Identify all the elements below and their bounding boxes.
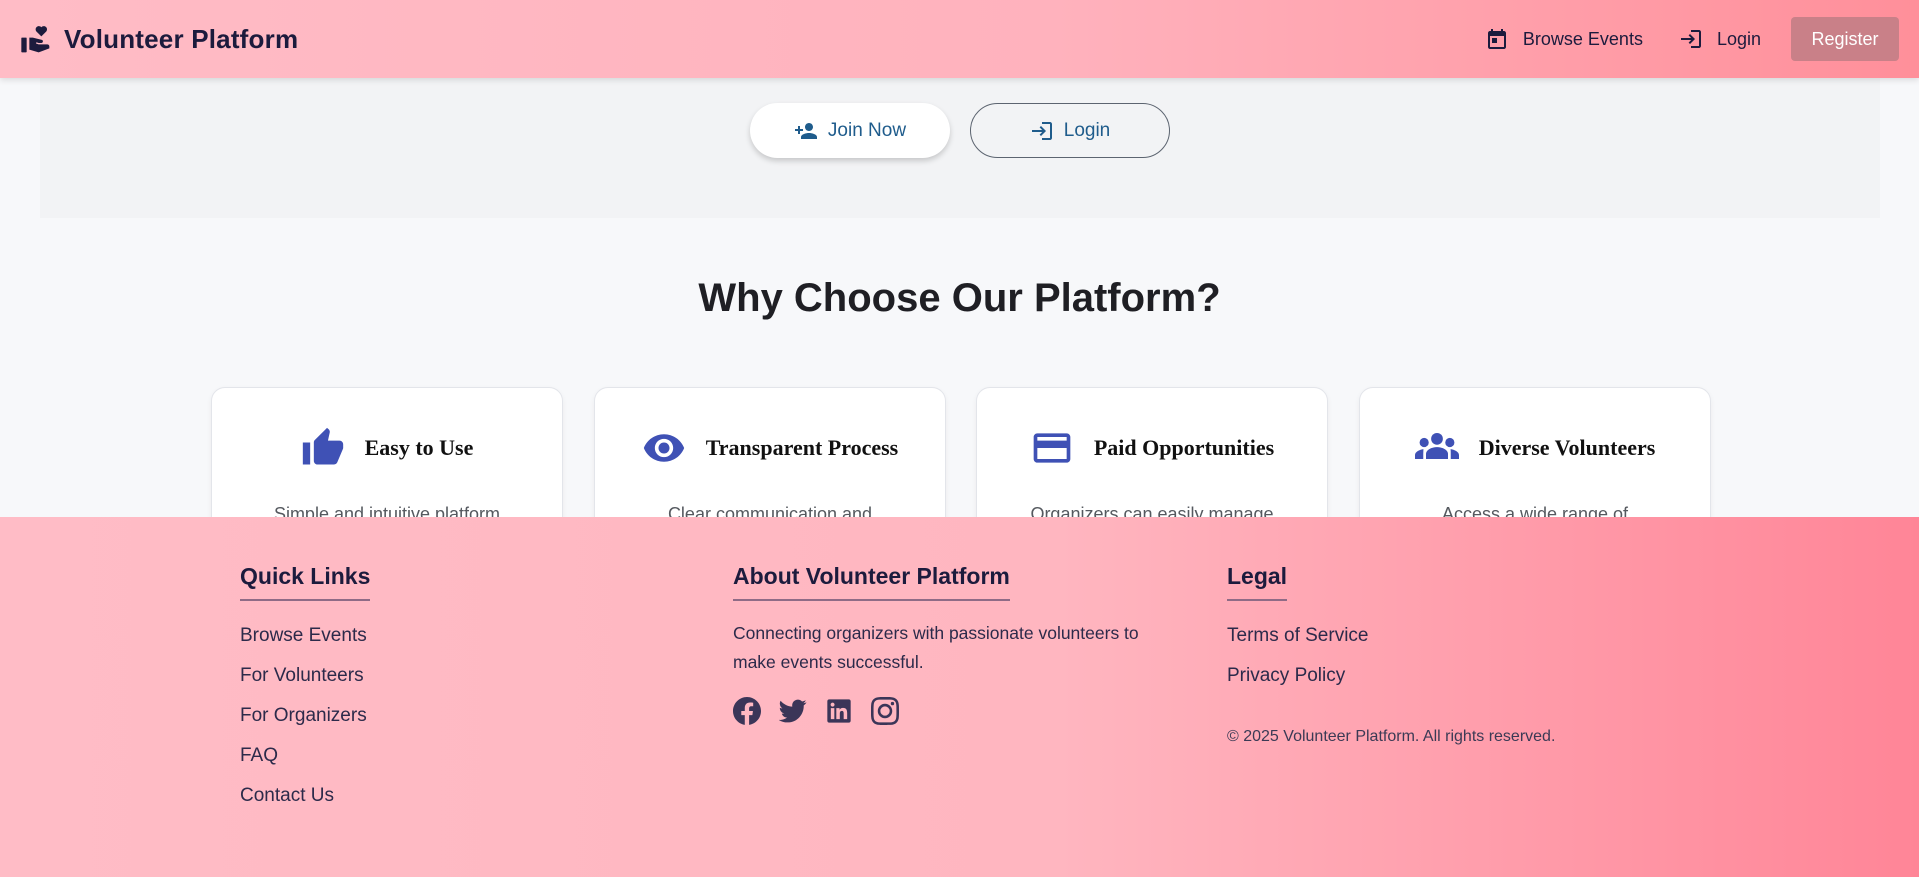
feature-card-title: Paid Opportunities bbox=[1093, 435, 1275, 460]
person-add-icon bbox=[794, 119, 818, 143]
footer-link-browse-events[interactable]: Browse Events bbox=[240, 616, 370, 656]
footer-link-for-organizers[interactable]: For Organizers bbox=[240, 696, 370, 736]
footer-quick-links: Quick Links Browse Events For Volunteers… bbox=[240, 563, 371, 816]
hero-section bbox=[40, 78, 1880, 218]
twitter-icon[interactable] bbox=[779, 697, 807, 725]
footer-heading: Quick Links bbox=[240, 563, 371, 601]
about-text: Connecting organizers with passionate vo… bbox=[733, 623, 1139, 672]
site-footer: Quick Links Browse Events For Volunteers… bbox=[0, 517, 1919, 877]
calendar-icon bbox=[1485, 27, 1509, 51]
join-now-label: Join Now bbox=[827, 119, 907, 141]
hero-login-label: Login bbox=[1063, 119, 1111, 141]
footer-heading: About Volunteer Platform bbox=[733, 563, 1010, 601]
nav-login-label: Login bbox=[1716, 28, 1761, 49]
credit-card-icon bbox=[1030, 426, 1074, 470]
main-nav: Browse Events Login Register bbox=[1485, 17, 1899, 61]
group-icon bbox=[1414, 426, 1459, 470]
nav-browse-events-label: Browse Events bbox=[1522, 28, 1643, 49]
social-links bbox=[733, 697, 1173, 725]
login-icon bbox=[1030, 119, 1054, 143]
nav-browse-events[interactable]: Browse Events bbox=[1485, 27, 1643, 51]
footer-link-faq[interactable]: FAQ bbox=[240, 736, 370, 776]
volunteer-hand-heart-icon bbox=[20, 23, 52, 55]
facebook-icon[interactable] bbox=[733, 697, 761, 725]
copyright-text: © 2025 Volunteer Platform. All rights re… bbox=[1227, 728, 1556, 745]
footer-about: About Volunteer Platform Connecting orga… bbox=[733, 563, 1173, 725]
join-now-button[interactable]: Join Now bbox=[750, 103, 950, 158]
feature-card-title: Diverse Volunteers bbox=[1478, 435, 1656, 460]
instagram-icon[interactable] bbox=[871, 697, 899, 725]
brand[interactable]: Volunteer Platform bbox=[20, 23, 298, 55]
footer-link-privacy[interactable]: Privacy Policy bbox=[1227, 656, 1555, 696]
thumbs-up-icon bbox=[301, 426, 345, 470]
nav-login[interactable]: Login bbox=[1679, 27, 1761, 51]
features-title: Why Choose Our Platform? bbox=[698, 276, 1221, 320]
register-button[interactable]: Register bbox=[1791, 17, 1899, 61]
footer-legal: Legal Terms of Service Privacy Policy © … bbox=[1227, 563, 1555, 746]
login-icon bbox=[1679, 27, 1703, 51]
top-navbar: Volunteer Platform Browse Events Login R… bbox=[0, 0, 1919, 78]
footer-link-for-volunteers[interactable]: For Volunteers bbox=[240, 656, 370, 696]
linkedin-icon[interactable] bbox=[825, 697, 853, 725]
footer-heading: Legal bbox=[1227, 563, 1288, 601]
feature-card-title: Easy to Use bbox=[364, 435, 474, 460]
footer-link-terms[interactable]: Terms of Service bbox=[1227, 616, 1555, 656]
footer-link-contact-us[interactable]: Contact Us bbox=[240, 776, 370, 816]
eye-icon bbox=[642, 426, 686, 470]
brand-name: Volunteer Platform bbox=[64, 23, 299, 54]
feature-card-title: Transparent Process bbox=[705, 435, 899, 460]
hero-login-button[interactable]: Login bbox=[970, 103, 1170, 158]
